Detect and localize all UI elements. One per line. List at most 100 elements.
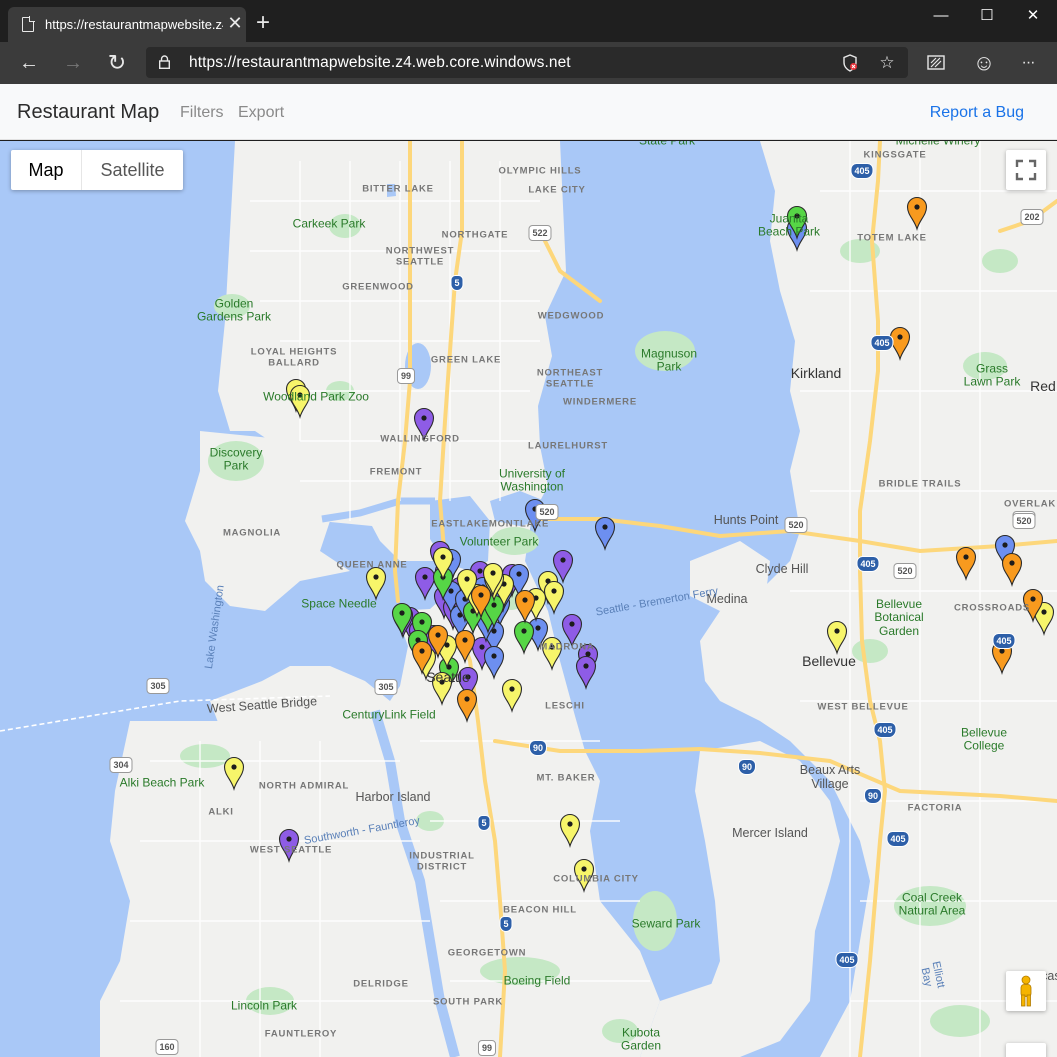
minimize-button[interactable]: —	[926, 4, 956, 28]
tab-close-icon[interactable]: ✕	[226, 14, 244, 32]
map-label: Magnuson Park	[640, 346, 698, 374]
map-label: WEST SEATTLE	[249, 844, 333, 856]
map-label: Boeing Field	[503, 973, 571, 988]
map-label: Woodland Park Zoo	[263, 389, 369, 404]
tracking-prevention-icon[interactable]	[840, 53, 860, 73]
fullscreen-icon	[1015, 159, 1037, 181]
interstate-shield: 405	[856, 556, 880, 572]
map-label: WALLINGFORD	[380, 433, 460, 445]
map-label: Kirkland	[790, 365, 842, 382]
map-label: Lincoln Park	[230, 998, 298, 1013]
map-label: Kubota Garden	[620, 1025, 662, 1053]
pegman-icon	[1020, 975, 1032, 1007]
interstate-shield: 405	[873, 722, 897, 738]
map-type-map-button[interactable]: Map	[11, 150, 81, 190]
new-tab-button[interactable]: +	[252, 11, 274, 35]
address-bar[interactable]: https://restaurantmapwebsite.z4.web.core…	[146, 47, 908, 78]
map-label: FACTORIA	[907, 802, 963, 814]
fullscreen-button[interactable]	[1006, 150, 1046, 190]
zoom-control[interactable]	[1006, 1043, 1046, 1057]
map-label: Hunts Point	[713, 513, 779, 527]
interstate-shield: 405	[870, 335, 894, 351]
map-label: Red	[1030, 378, 1056, 395]
map-label: KINGSGATE	[863, 149, 927, 161]
map-label: GREEN LAKE	[430, 354, 502, 366]
map-type-satellite-button[interactable]: Satellite	[81, 150, 183, 190]
refresh-button[interactable]: ↻	[104, 50, 130, 76]
state-route-shield: 520	[893, 563, 917, 579]
map-label: Bellevue College	[960, 725, 1008, 753]
map-label: MT. BAKER	[536, 772, 596, 784]
state-route-shield: 520	[535, 504, 559, 520]
browser-toolbar: ← → ↻ https://restaurantmapwebsite.z4.we…	[0, 42, 1057, 84]
state-route-shield: 99	[477, 1040, 497, 1056]
map-label: SOUTH PARK	[432, 996, 504, 1008]
app-brand[interactable]: Restaurant Map	[17, 101, 159, 124]
favorite-star-icon[interactable]: ☆	[877, 53, 897, 73]
map-label: QUEEN ANNE	[336, 559, 408, 571]
map-label: Elliott Bay	[918, 960, 947, 990]
nav-link-filters[interactable]: Filters	[180, 104, 224, 122]
map-label: INDUSTRIAL DISTRICT	[409, 850, 475, 872]
maximize-button[interactable]: ☐	[972, 4, 1002, 28]
map-label: Discovery Park	[209, 445, 263, 473]
map-label: LOYAL HEIGHTS BALLARD	[250, 346, 338, 368]
map-label: EASTLAKE	[431, 518, 489, 530]
map-label: OVERLAK	[1003, 498, 1057, 510]
interstate-shield: 90	[863, 788, 883, 804]
state-route-shield: 520	[1012, 513, 1036, 529]
map-label: Beaux Arts Village	[799, 763, 861, 791]
state-route-shield: 305	[374, 679, 398, 695]
app-navbar: Restaurant Map Filters Export Report a B…	[0, 84, 1057, 140]
forward-button[interactable]: →	[60, 50, 86, 76]
map-label: Alki Beach Park	[119, 775, 205, 790]
map-label: NORTH ADMIRAL	[258, 780, 350, 792]
state-route-shield: 305	[146, 678, 170, 694]
map-label: Michelle Winery	[896, 141, 981, 148]
map-type-control: Map Satellite	[11, 150, 183, 190]
map-label: Volunteer Park	[459, 534, 539, 549]
map-label: Seattle	[426, 669, 470, 686]
close-window-button[interactable]: ✕	[1018, 4, 1048, 28]
map-label: LAURELHURST	[527, 440, 609, 452]
map-label: GEORGETOWN	[447, 947, 527, 959]
map-label: LAKE CITY	[528, 184, 586, 196]
map-label: Seward Park	[631, 916, 701, 931]
nav-link-export[interactable]: Export	[238, 104, 284, 122]
interstate-shield: 405	[850, 163, 874, 179]
map-label: Carkeek Park	[292, 216, 366, 231]
state-route-shield: 522	[528, 225, 552, 241]
map-label: Harbor Island	[355, 790, 431, 804]
map-label: ALKI	[208, 806, 234, 818]
browser-window: https://restaurantmapwebsite.z4 ✕ + — ☐ …	[0, 0, 1057, 1057]
back-button[interactable]: ←	[16, 50, 42, 76]
tab-strip: https://restaurantmapwebsite.z4 ✕ + — ☐ …	[0, 0, 1057, 42]
interstate-shield: 5	[450, 275, 464, 291]
map-label: University of Washington	[498, 466, 566, 494]
street-view-pegman[interactable]	[1006, 971, 1046, 1011]
collections-icon[interactable]	[927, 54, 947, 72]
map-label: BEACON HILL	[503, 904, 577, 916]
page-icon	[22, 16, 35, 32]
map-label: Golden Gardens Park	[196, 296, 272, 324]
state-route-shield: 160	[155, 1039, 179, 1055]
more-menu-icon[interactable]: ···	[1015, 50, 1041, 76]
interstate-shield: 405	[886, 831, 910, 847]
interstate-shield: 90	[528, 740, 548, 756]
map-label: Mercer Island	[732, 826, 808, 840]
map-label: NORTHWEST SEATTLE	[385, 245, 455, 267]
restaurant-map[interactable]: OLYMPIC HILLS BITTER LAKE LAKE CITY NORTHGA…	[0, 141, 1057, 1057]
map-label: BRIDLE TRAILS	[878, 478, 962, 490]
report-bug-link[interactable]: Report a Bug	[930, 104, 1024, 122]
interstate-shield: 5	[477, 815, 491, 831]
url-text: https://restaurantmapwebsite.z4.web.core…	[189, 54, 571, 71]
map-label: COLUMBIA CITY	[553, 873, 639, 885]
browser-tab[interactable]: https://restaurantmapwebsite.z4 ✕	[8, 7, 246, 42]
feedback-smiley-icon[interactable]: ☺	[971, 50, 997, 76]
map-label: TOTEM LAKE	[857, 232, 927, 244]
map-label: WEDGWOOD	[537, 310, 605, 322]
map-label: Clyde Hill	[755, 562, 809, 576]
state-route-shield: 99	[396, 368, 416, 384]
interstate-shield: 405	[835, 952, 859, 968]
map-label: DELRIDGE	[353, 978, 409, 990]
